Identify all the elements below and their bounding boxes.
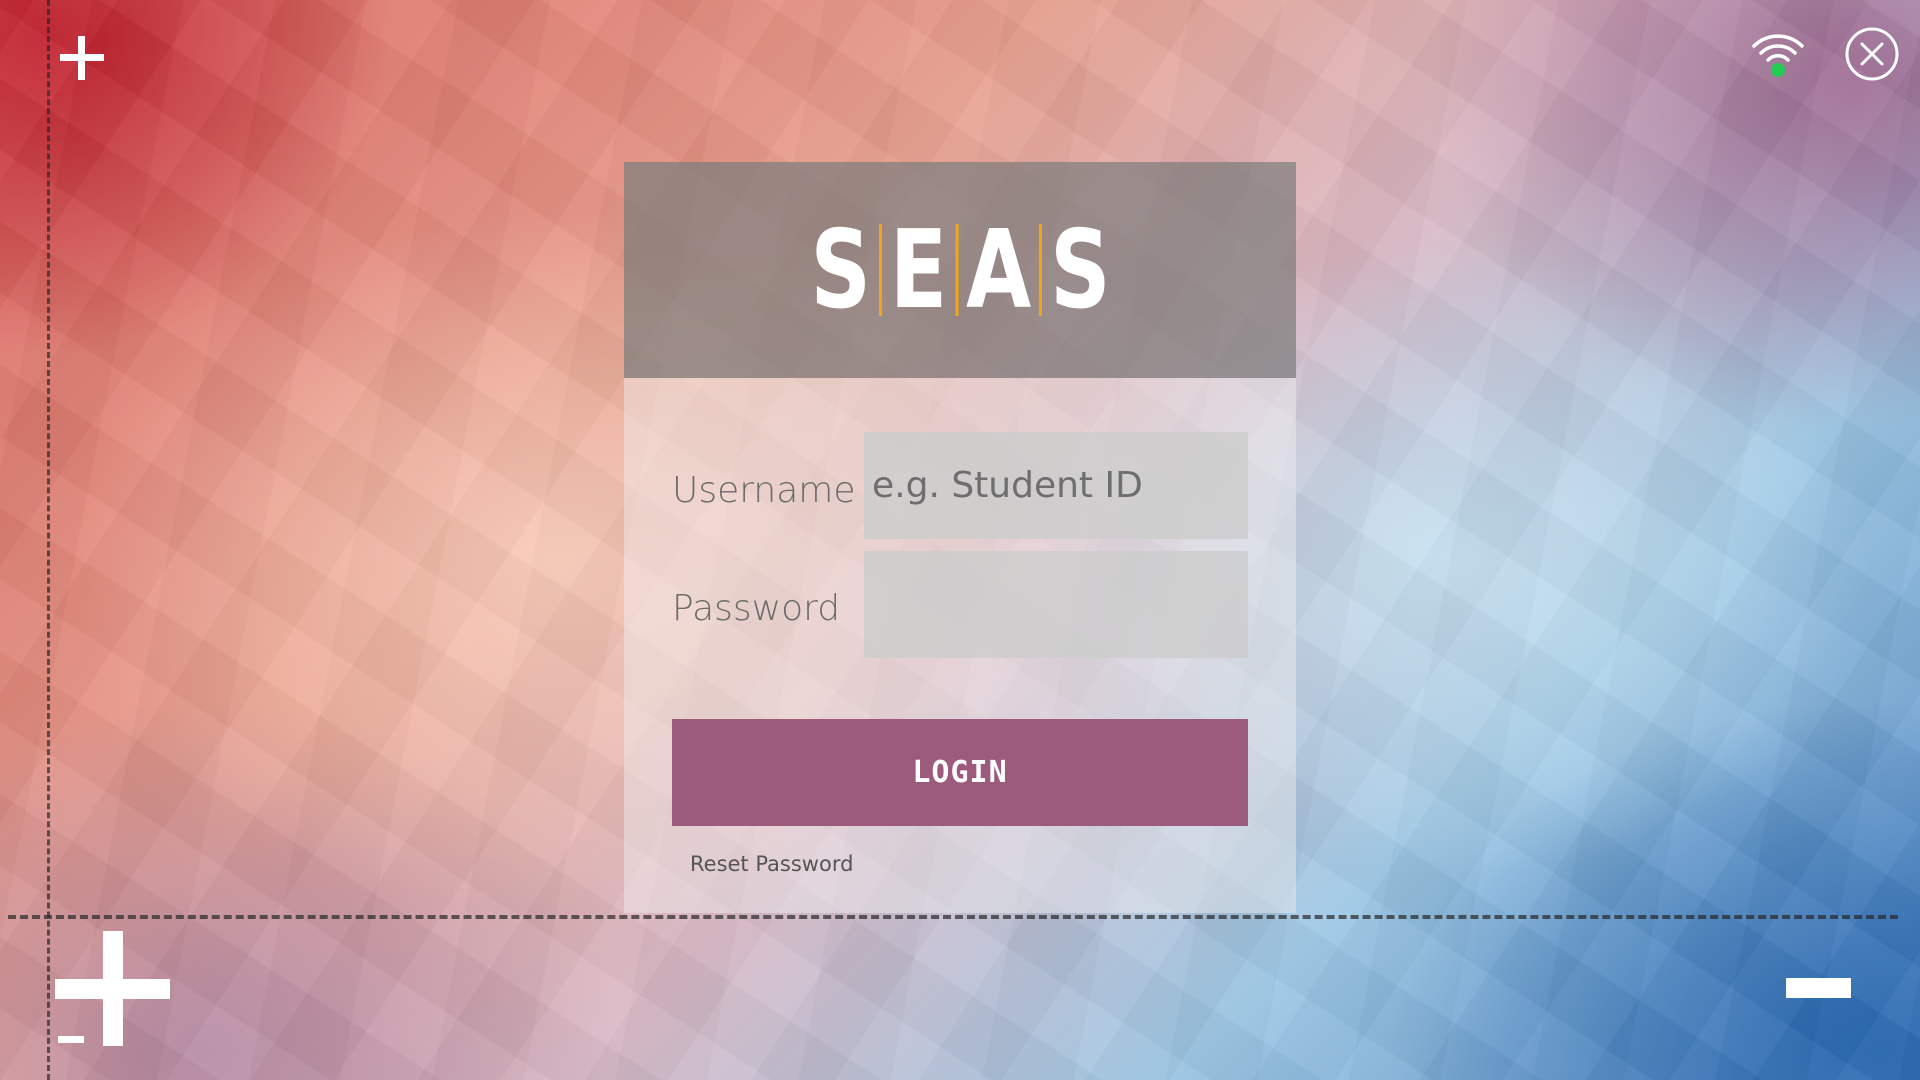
logo-divider <box>878 224 882 316</box>
password-label: Password <box>672 588 841 629</box>
username-input[interactable] <box>864 432 1248 539</box>
zoom-in-small-icon[interactable] <box>60 36 104 80</box>
login-card-header: S E A S <box>624 162 1296 378</box>
login-button[interactable]: LOGIN <box>672 719 1248 826</box>
username-label: Username <box>672 470 856 511</box>
zoom-out-large-icon[interactable] <box>1786 978 1851 998</box>
reset-password-link[interactable]: Reset Password <box>690 852 853 876</box>
logo-divider <box>954 224 958 316</box>
logo-letter: S <box>809 207 871 333</box>
logo-letter: E <box>889 207 947 333</box>
app-logo: S E A S <box>805 208 1115 333</box>
password-input[interactable] <box>864 551 1248 658</box>
zoom-in-large-icon[interactable] <box>55 931 170 1046</box>
logo-letter: S <box>1049 207 1111 333</box>
logo-letter: A <box>965 207 1031 333</box>
logo-divider <box>1038 224 1042 316</box>
wifi-icon <box>1750 28 1806 80</box>
zoom-out-small-icon[interactable] <box>58 1036 84 1043</box>
close-icon[interactable] <box>1844 26 1900 82</box>
horizontal-guide-line <box>8 915 1898 919</box>
